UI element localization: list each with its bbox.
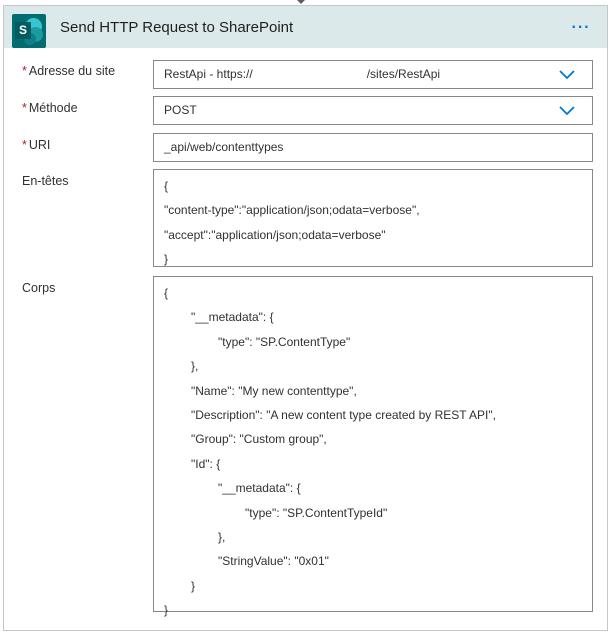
chevron-down-icon[interactable] <box>558 103 576 117</box>
body-line: } <box>164 603 169 618</box>
sharepoint-logo-letter: S <box>18 23 27 37</box>
body-line: "Id": { <box>191 456 221 471</box>
headers-line: } <box>164 252 169 267</box>
redacted-region <box>252 67 367 82</box>
chevron-down-icon[interactable] <box>558 67 576 81</box>
headers-label: En-têtes <box>22 174 69 188</box>
body-line: { <box>164 286 169 300</box>
required-marker: * <box>22 138 27 152</box>
action-card-header[interactable]: S Send HTTP Request to SharePoint ··· <box>4 6 607 48</box>
required-marker: * <box>22 101 27 115</box>
body-line: "Name": "My new contenttype", <box>191 383 357 398</box>
site-address-value-suffix: /sites/RestApi <box>366 67 441 81</box>
body-line: "type": "SP.ContentTypeId" <box>245 505 388 520</box>
site-address-dropdown[interactable]: RestApi - https:// /sites/RestApi <box>153 60 593 89</box>
uri-input[interactable]: _api/web/contenttypes <box>153 133 593 162</box>
method-dropdown[interactable]: POST <box>153 96 593 125</box>
action-card: S Send HTTP Request to SharePoint ··· * A… <box>3 5 608 631</box>
body-label: Corps <box>22 281 56 295</box>
connector-caret <box>297 0 305 4</box>
body-line: "type": "SP.ContentType" <box>218 334 351 349</box>
body-line: }, <box>218 529 226 544</box>
headers-line: "accept":"application/json;odata=verbose… <box>164 227 386 242</box>
headers-line: { <box>164 179 169 193</box>
body-line: "__metadata": { <box>191 310 274 325</box>
body-textarea[interactable]: { "__metadata": { "type": "SP.ContentTyp… <box>153 276 593 617</box>
uri-label: * URI <box>22 138 51 152</box>
more-options-button[interactable]: ··· <box>566 18 596 38</box>
body-line: "Description": "A new content type creat… <box>191 407 496 422</box>
required-marker: * <box>22 64 27 78</box>
body-line: "Group": "Custom group", <box>191 432 327 447</box>
body-line: "StringValue": "0x01" <box>218 554 329 569</box>
body-line: }, <box>191 359 199 374</box>
site-address-label: * Adresse du site <box>22 64 116 78</box>
body-line: "__metadata": { <box>218 481 301 496</box>
method-label: * Méthode <box>22 101 78 115</box>
headers-textarea[interactable]: { "content-type":"application/json;odata… <box>153 169 593 267</box>
action-title[interactable]: Send HTTP Request to SharePoint <box>60 19 293 36</box>
method-value: POST <box>164 103 197 117</box>
site-address-value-prefix: RestApi - https:// <box>164 67 253 81</box>
body-line: } <box>191 578 196 593</box>
sharepoint-icon: S <box>12 14 46 48</box>
headers-line: "content-type":"application/json;odata=v… <box>164 203 420 218</box>
